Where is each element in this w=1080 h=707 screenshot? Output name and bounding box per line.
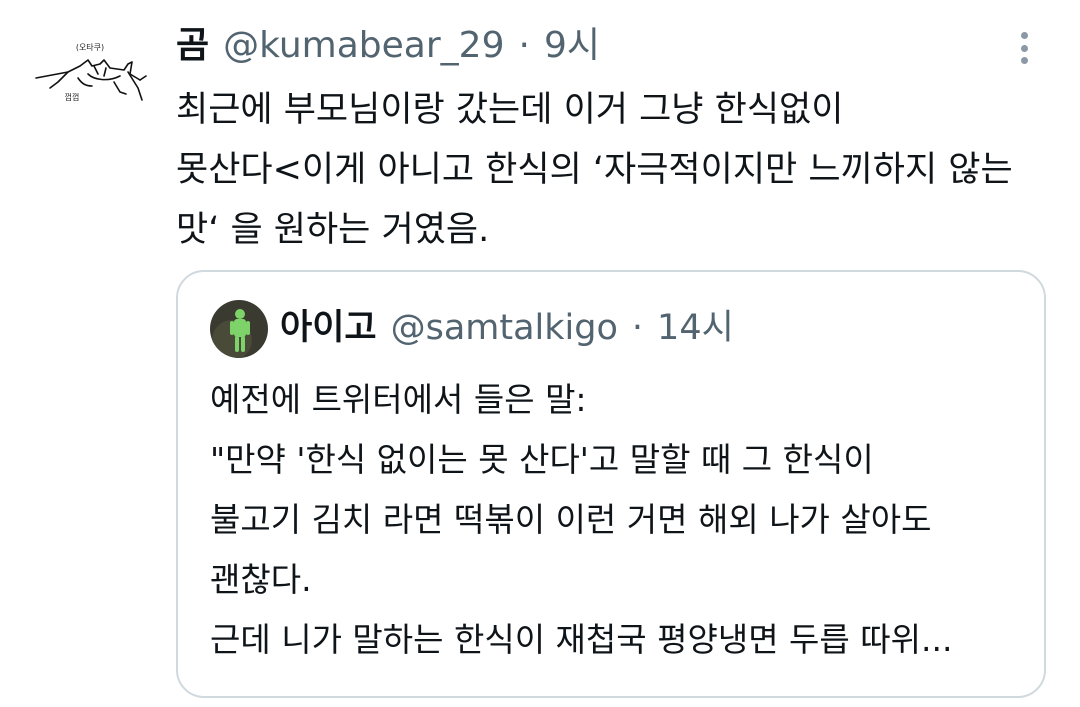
author-avatar[interactable]: (오타쿠) 껍껍 — [28, 28, 152, 116]
quoted-author-avatar[interactable] — [210, 300, 268, 358]
more-dot — [1020, 32, 1028, 39]
tweet-header: 곰 @kumabear_29 · 9시 — [176, 22, 600, 70]
more-dot — [1020, 44, 1028, 52]
quoted-tweet-header: 아이고 @samtalkigo · 14시 — [280, 305, 734, 351]
svg-text:(오타쿠): (오타쿠) — [76, 43, 104, 52]
quoted-text-line: 근데 니가 말하는 한식이 재첩국 평양냉면 두릅 따위... — [210, 620, 953, 659]
more-vertical-icon[interactable] — [1006, 28, 1042, 68]
quoted-tweet-timestamp[interactable]: 14시 — [657, 305, 734, 351]
tweet-text-line: 맛‘ 을 원하는 거였음. — [176, 210, 490, 250]
quoted-tweet-card[interactable]: 아이고 @samtalkigo · 14시 예전에 트위터에서 들은 말: "만… — [176, 270, 1046, 698]
tweet[interactable]: (오타쿠) 껍껍 곰 @kumabear_29 · 9시 최근에 부모님이랑 갔… — [0, 0, 1080, 707]
quoted-tweet-text: 예전에 트위터에서 들은 말: "만약 '한식 없이는 못 산다'고 말할 때 … — [210, 370, 1020, 670]
quoted-text-line: 불고기 김치 라면 떡볶이 이런 거면 해외 나가 살아도 — [210, 500, 932, 539]
tweet-text-line: 최근에 부모님이랑 갔는데 이거 그냥 한식없이 — [176, 90, 844, 130]
meta-separator: · — [631, 308, 644, 348]
meta-separator: · — [518, 25, 530, 66]
author-handle[interactable]: @kumabear_29 — [223, 22, 504, 70]
more-dot — [1020, 57, 1028, 64]
cat-sketch-image: (오타쿠) 껍껍 — [35, 43, 147, 102]
author-name[interactable]: 곰 — [176, 22, 209, 70]
quoted-text-line: 예전에 트위터에서 들은 말: — [210, 380, 587, 419]
quoted-text-line: "만약 '한식 없이는 못 산다'고 말할 때 그 한식이 — [210, 440, 874, 479]
green-figure-image — [210, 300, 268, 358]
quoted-author-handle[interactable]: @samtalkigo — [391, 305, 618, 351]
quoted-text-line: 괜찮다. — [210, 560, 312, 599]
quoted-author-name[interactable]: 아이고 — [280, 305, 377, 351]
tweet-text-line: 못산다<이게 아니고 한식의 ‘자극적이지만 느끼하지 않는 — [176, 150, 1013, 190]
svg-text:껍껍: 껍껍 — [65, 92, 80, 102]
tweet-text: 최근에 부모님이랑 갔는데 이거 그냥 한식없이 못산다<이게 아니고 한식의 … — [176, 80, 1056, 260]
tweet-timestamp[interactable]: 9시 — [544, 22, 600, 70]
